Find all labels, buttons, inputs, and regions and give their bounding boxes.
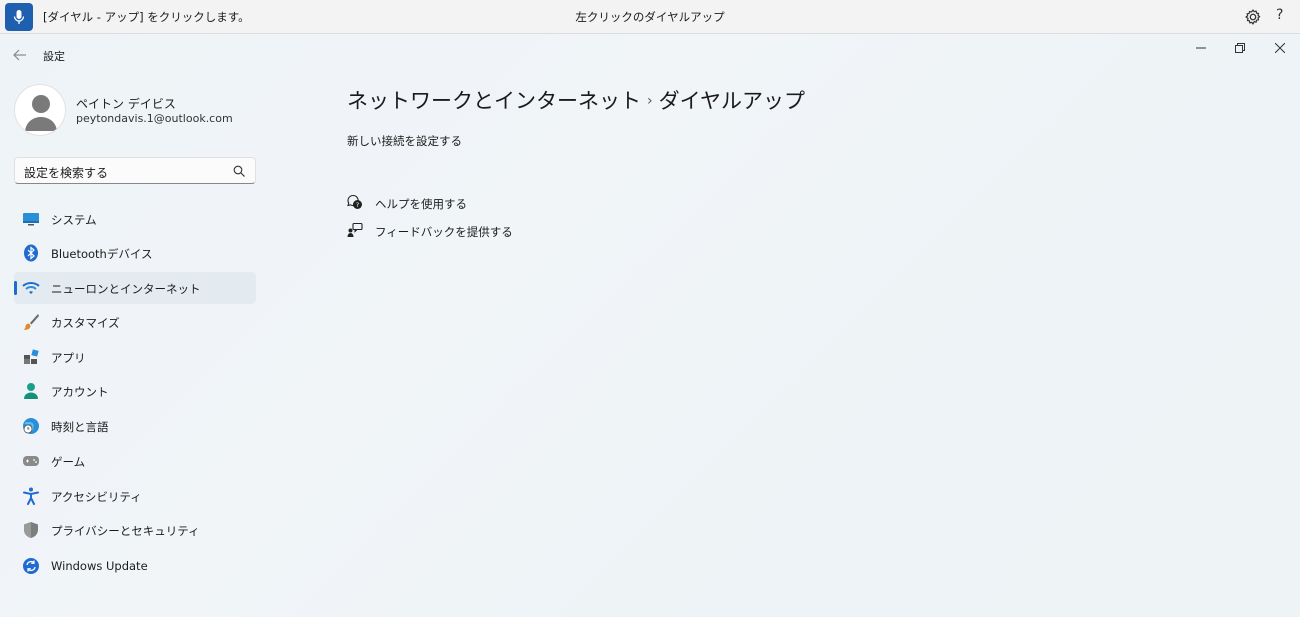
sidebar-item-label: システム — [51, 213, 97, 227]
sidebar-item-gaming[interactable]: ゲーム — [14, 445, 256, 477]
apps-icon — [22, 348, 40, 366]
new-connection-link[interactable]: 新しい接続を設定する — [347, 133, 462, 149]
accessibility-icon — [22, 487, 40, 505]
restore-button[interactable] — [1231, 40, 1249, 56]
sidebar-item-label: Bluetoothデバイス — [51, 247, 153, 261]
app-title: 設定 — [43, 50, 65, 63]
minimize-icon — [1196, 47, 1206, 49]
sidebar-item-privacy[interactable]: プライバシーとセキュリティ — [14, 514, 256, 546]
close-button[interactable] — [1271, 40, 1289, 56]
feedback-link-label: フィードバックを提供する — [375, 225, 513, 239]
sidebar-item-apps[interactable]: アプリ — [14, 341, 256, 373]
gamepad-icon — [22, 452, 40, 470]
sidebar-item-label: プライバシーとセキュリティ — [51, 524, 200, 538]
monitor-icon — [22, 210, 40, 228]
breadcrumb: ネットワークとインターネット › ダイヤルアップ — [347, 85, 805, 115]
search-placeholder: 設定を検索する — [24, 166, 109, 180]
sidebar-item-label: ゲーム — [51, 455, 86, 469]
breadcrumb-separator: › — [647, 93, 653, 109]
search-input[interactable]: 設定を検索する — [14, 157, 256, 184]
close-icon — [1275, 43, 1285, 53]
sidebar-item-label: アカウント — [51, 385, 109, 399]
svg-text:?: ? — [356, 201, 359, 209]
avatar[interactable] — [14, 84, 66, 136]
sidebar-item-accounts[interactable]: アカウント — [14, 375, 256, 407]
person-silhouette-icon — [25, 95, 57, 131]
help-chat-icon: ? — [347, 194, 362, 209]
help-button[interactable]: ? — [1276, 7, 1283, 23]
sidebar-item-windows-update[interactable]: Windows Update — [14, 550, 256, 582]
sidebar-item-personalization[interactable]: カスタマイズ — [14, 306, 256, 338]
user-email: peytondavis.1@outlook.com — [76, 112, 233, 125]
sidebar-item-label: Windows Update — [51, 559, 148, 573]
sidebar-item-bluetooth[interactable]: Bluetoothデバイス — [14, 237, 256, 269]
sidebar-item-network[interactable]: ニューロンとインターネット — [14, 272, 256, 304]
breadcrumb-parent[interactable]: ネットワークとインターネット — [347, 89, 641, 113]
search-icon[interactable] — [233, 165, 245, 177]
feedback-icon — [347, 222, 363, 237]
back-arrow-icon[interactable] — [12, 47, 28, 63]
page-title: ダイヤルアップ — [658, 89, 805, 113]
bluetooth-icon — [22, 244, 40, 262]
voice-status-text: [ダイヤル - アップ] をクリックします。 — [43, 10, 250, 24]
sidebar-item-time-language[interactable]: 時刻と言語 — [14, 410, 256, 442]
wifi-icon — [22, 279, 40, 297]
user-name: ペイトン デイビス — [76, 97, 176, 111]
microphone-button[interactable] — [5, 3, 33, 31]
update-icon — [22, 557, 40, 575]
restore-icon — [1235, 43, 1245, 53]
sidebar-item-label: アプリ — [51, 351, 86, 365]
shield-icon — [22, 521, 40, 539]
sidebar-item-label: 時刻と言語 — [51, 420, 109, 434]
sidebar-item-system[interactable]: システム — [14, 203, 256, 235]
person-icon — [22, 382, 40, 400]
microphone-icon — [13, 10, 25, 24]
brush-icon — [22, 313, 40, 331]
globe-clock-icon — [22, 417, 40, 435]
gear-icon[interactable] — [1244, 8, 1262, 26]
help-link-label: ヘルプを使用する — [375, 197, 467, 211]
sidebar-item-accessibility[interactable]: アクセシビリティ — [14, 480, 256, 512]
sidebar-item-label: ニューロンとインターネット — [51, 282, 201, 296]
sidebar-item-label: アクセシビリティ — [51, 490, 142, 504]
active-indicator — [14, 281, 17, 295]
sidebar-item-label: カスタマイズ — [51, 316, 120, 330]
voice-access-bar: [ダイヤル - アップ] をクリックします。 左クリックのダイヤルアップ ? — [0, 0, 1300, 34]
minimize-button[interactable] — [1192, 40, 1210, 56]
